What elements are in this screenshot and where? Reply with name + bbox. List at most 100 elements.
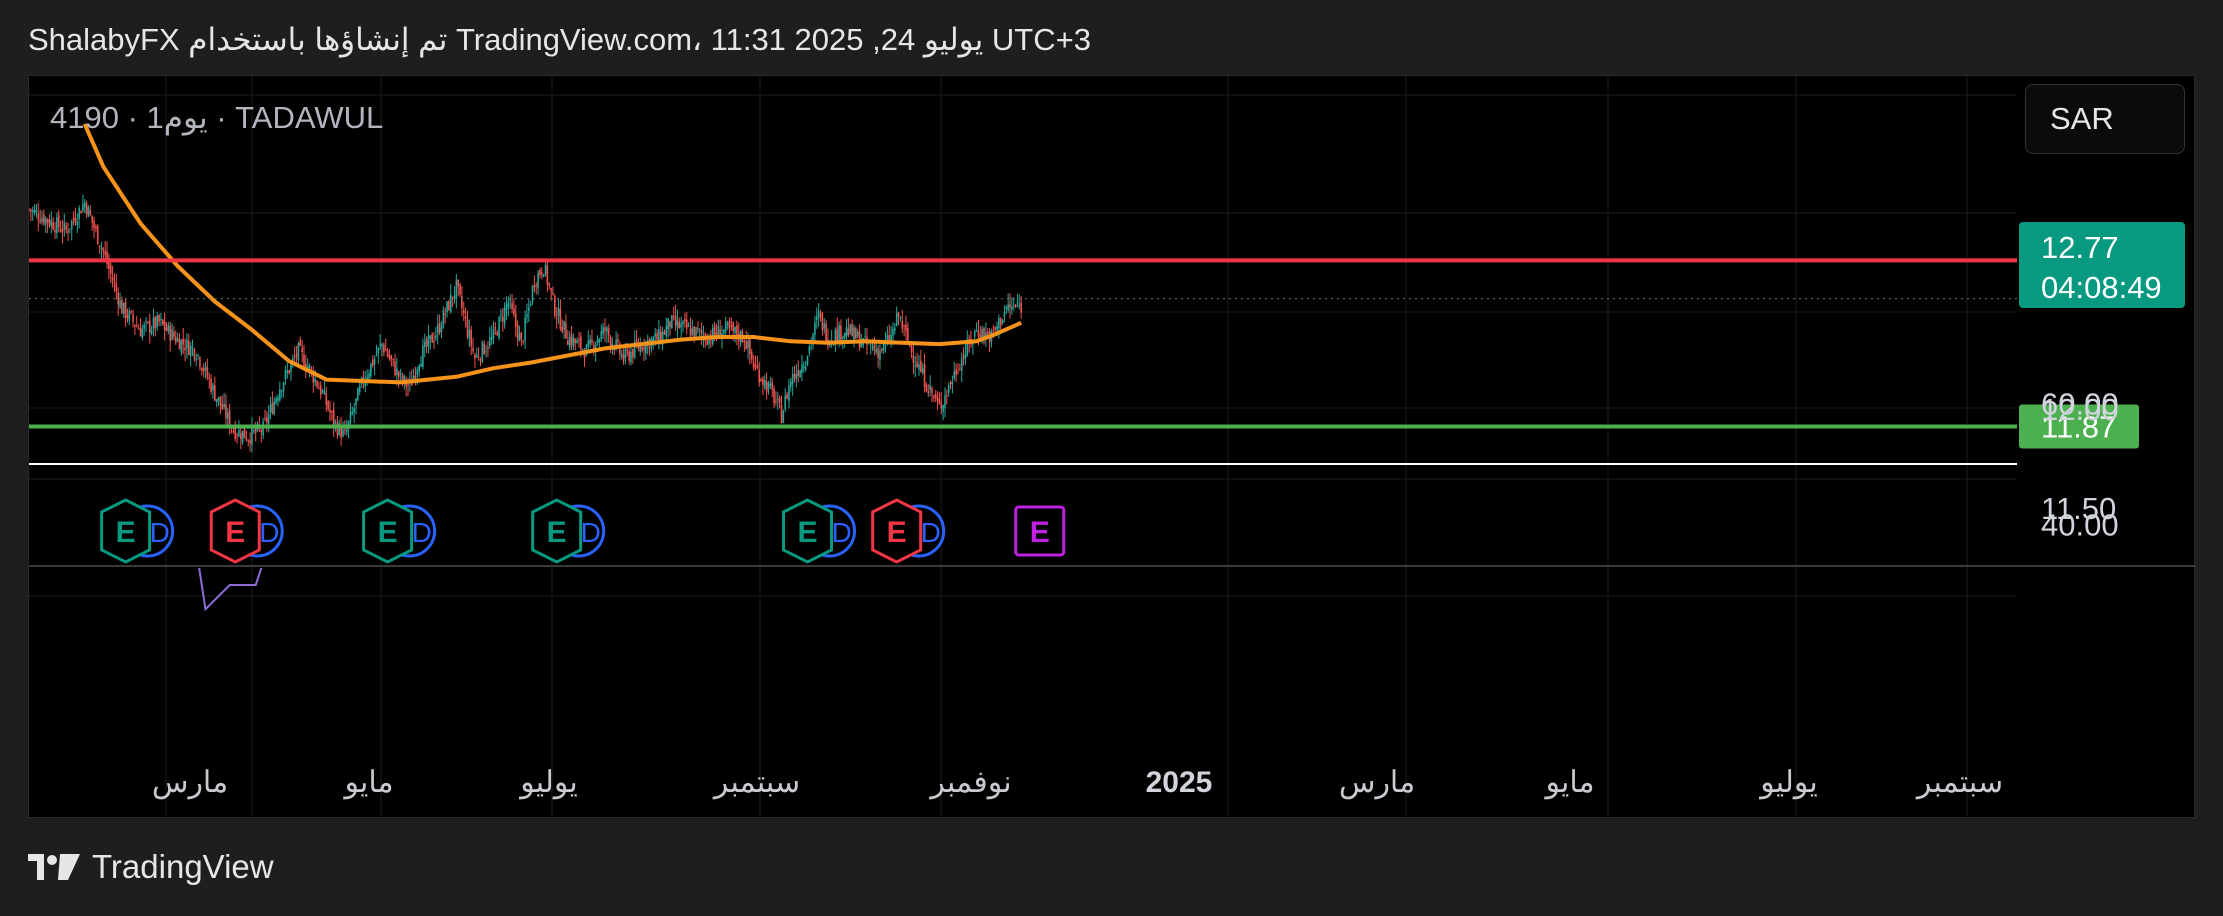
candle-body xyxy=(193,349,196,359)
candle-body xyxy=(511,303,513,309)
candle-body xyxy=(905,324,907,331)
candle-body xyxy=(174,336,177,343)
candle-body xyxy=(528,306,530,312)
candle-body xyxy=(54,229,56,232)
candle-body xyxy=(1018,305,1021,307)
candle-body xyxy=(314,378,316,383)
candle-body xyxy=(886,335,889,340)
candle-body xyxy=(204,365,207,371)
earnings-event-4: DE xyxy=(782,498,857,564)
candle-body xyxy=(734,327,736,333)
candle-body xyxy=(351,411,354,414)
candle-body xyxy=(436,324,439,334)
candle-body xyxy=(996,326,998,331)
candle-body xyxy=(960,358,963,371)
candle-body xyxy=(117,292,119,305)
candle-body xyxy=(873,344,876,350)
candle-body xyxy=(481,341,484,362)
candle-body xyxy=(453,295,456,298)
candle-body xyxy=(955,369,957,375)
candle-body xyxy=(552,293,554,295)
candle-body xyxy=(245,437,248,441)
candle-body xyxy=(1012,305,1015,307)
candle-body xyxy=(345,429,348,433)
currency-button[interactable]: SAR xyxy=(2025,84,2185,154)
candle-body xyxy=(61,229,64,233)
earnings-marker-label: E xyxy=(378,516,398,549)
candle-body xyxy=(74,217,77,223)
candle-body xyxy=(349,412,352,423)
candle-body xyxy=(957,371,959,373)
chart-canvas[interactable]: 13.0411.8712.7704:08:4912.0011.50DEDEDED… xyxy=(29,76,2196,819)
candle-body xyxy=(953,371,956,379)
bar-countdown: 04:08:49 xyxy=(2041,270,2162,305)
candle-body xyxy=(620,354,623,357)
candle-body xyxy=(678,322,681,329)
candle-body xyxy=(80,211,82,214)
candle-body xyxy=(663,332,666,335)
candle-body xyxy=(602,326,604,334)
candle-body xyxy=(253,430,255,432)
candle-body xyxy=(797,370,800,376)
candle-body xyxy=(87,207,90,218)
candle-body xyxy=(693,326,695,338)
candle-body xyxy=(778,397,781,404)
candle-body xyxy=(325,393,328,405)
candle-body xyxy=(808,346,811,354)
candle-body xyxy=(448,300,450,311)
candle-body xyxy=(113,281,116,284)
candle-body xyxy=(479,359,482,361)
candle-body xyxy=(390,355,393,360)
candle-body xyxy=(206,367,209,378)
candle-body xyxy=(962,356,965,358)
candle-body xyxy=(161,319,164,325)
candle-body xyxy=(855,328,857,339)
candle-body xyxy=(897,312,900,317)
candle-body xyxy=(938,399,941,405)
candle-body xyxy=(35,210,38,213)
candle-body xyxy=(295,354,298,357)
candle-body xyxy=(507,301,510,308)
candle-body xyxy=(33,209,36,213)
candle-body xyxy=(52,222,54,230)
candle-body xyxy=(178,338,181,350)
candle-body xyxy=(669,321,671,327)
candle-body xyxy=(399,373,402,375)
candle-body xyxy=(726,323,729,325)
dividend-marker-label: D xyxy=(259,517,279,548)
candle-body xyxy=(821,312,824,331)
candle-body xyxy=(522,341,525,343)
candle-body xyxy=(1009,304,1011,308)
candle-body xyxy=(749,339,751,354)
candle-body xyxy=(918,364,920,370)
candle-body xyxy=(70,220,73,230)
candle-body xyxy=(109,265,112,274)
footer-brand[interactable]: TradingView xyxy=(28,848,274,886)
candle-body xyxy=(760,379,762,381)
candle-body xyxy=(689,327,692,337)
candle-body xyxy=(423,341,426,347)
candle-body xyxy=(223,403,225,408)
candle-body xyxy=(914,364,917,367)
chart-panel[interactable]: 13.0411.8712.7704:08:4912.0011.50DEDEDED… xyxy=(28,75,2196,819)
candle-body xyxy=(964,354,967,360)
candle-body xyxy=(936,397,939,401)
candle-body xyxy=(93,220,95,228)
x-tick-7: مايو xyxy=(1543,766,1594,800)
candle-body xyxy=(39,220,41,223)
candle-body xyxy=(765,381,768,393)
candle-body xyxy=(323,390,326,395)
candle-body xyxy=(503,307,506,325)
candle-body xyxy=(470,329,473,346)
dividend-marker-label: D xyxy=(581,517,601,548)
candle-body xyxy=(596,339,599,343)
candle-body xyxy=(95,226,97,229)
candle-body xyxy=(56,217,58,234)
candle-body xyxy=(539,269,541,275)
candle-body xyxy=(83,202,86,208)
candle-body xyxy=(557,308,560,317)
dividend-marker-label: D xyxy=(150,517,170,548)
candle-body xyxy=(44,217,47,225)
candle-body xyxy=(319,385,322,395)
candle-body xyxy=(176,338,179,342)
